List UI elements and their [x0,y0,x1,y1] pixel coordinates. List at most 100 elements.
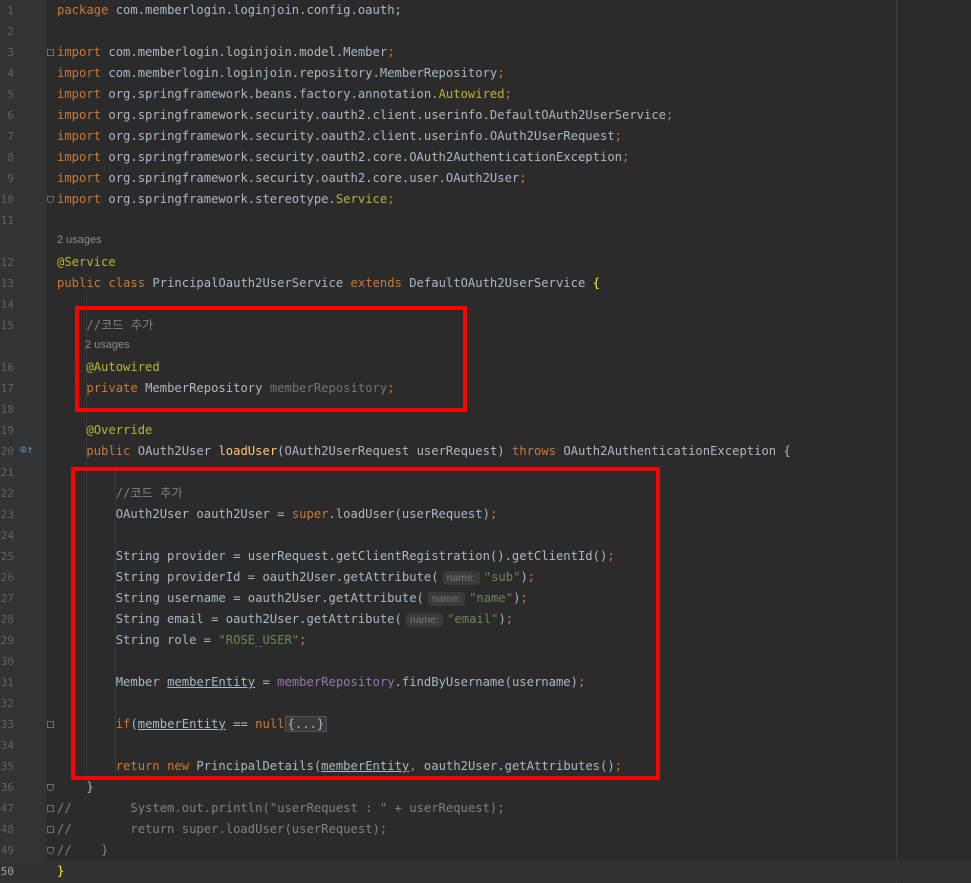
fold-marker-icon[interactable] [47,49,54,56]
line-number[interactable]: 8 [0,147,14,168]
code-line[interactable]: 7 import org.springframework.security.oau… [0,126,971,147]
code-line[interactable]: 13 public class PrincipalOauth2UserServic… [0,273,971,294]
code-text[interactable]: import org.springframework.security.oaut… [57,168,527,189]
line-number[interactable]: 48 [0,819,14,840]
code-text[interactable]: import org.springframework.beans.factory… [57,84,512,105]
line-number[interactable]: 13 [0,273,14,294]
code-text[interactable]: // } [57,840,108,861]
line-number[interactable]: 1 [0,0,14,21]
line-number[interactable]: 26 [0,567,14,588]
fold-marker-icon[interactable] [47,196,54,203]
code-line[interactable]: 8 import org.springframework.security.oau… [0,147,971,168]
line-number[interactable]: 4 [0,63,14,84]
code-token: org.springframework.security.oauth2.clie… [108,129,615,143]
code-line[interactable]: 49 // } [0,840,971,861]
code-text[interactable]: } [57,861,64,882]
line-number[interactable]: 33 [0,714,14,735]
line-number[interactable]: 50 [0,861,14,882]
code-line[interactable]: 2 [0,21,971,42]
line-number[interactable]: 19 [0,420,14,441]
line-number[interactable]: 36 [0,777,14,798]
line-number[interactable]: 28 [0,609,14,630]
line-number[interactable]: 32 [0,693,14,714]
code-line[interactable]: 50} [0,861,971,882]
code-token: ; [622,150,630,164]
line-number[interactable]: 49 [0,840,14,861]
line-number[interactable]: 14 [0,294,14,315]
line-number[interactable]: 11 [0,210,14,231]
code-token: } [57,864,65,878]
fold-marker-icon[interactable] [47,721,54,728]
code-text[interactable]: public class PrincipalOauth2UserService … [57,273,600,294]
line-number[interactable]: 31 [0,672,14,693]
code-text[interactable]: package com.memberlogin.loginjoin.config… [57,0,409,21]
line-number[interactable]: 12 [0,252,14,273]
code-token: public [86,444,138,458]
line-number[interactable]: 18 [0,399,14,420]
line-number[interactable]: 16 [0,357,14,378]
line-number[interactable]: 21 [0,462,14,483]
code-text[interactable]: import org.springframework.security.oaut… [57,147,629,168]
line-number[interactable]: 47 [0,798,14,819]
line-number[interactable]: 20 [0,441,14,462]
line-number[interactable]: 25 [0,546,14,567]
code-line[interactable]: 48 // return super.loadUser(userRequest); [0,819,971,840]
code-text[interactable]: public OAuth2User loadUser(OAuth2UserReq… [57,441,790,462]
code-text[interactable]: import org.springframework.stereotype.Se… [57,189,395,210]
code-line[interactable]: 4 import com.memberlogin.loginjoin.reposi… [0,63,971,84]
code-token: Service [335,192,388,206]
code-token: ; [504,87,512,101]
code-line[interactable]: 1 package com.memberlogin.loginjoin.confi… [0,0,971,21]
line-number[interactable]: 7 [0,126,14,147]
code-line[interactable]: 9 import org.springframework.security.oau… [0,168,971,189]
code-token: org.springframework.stereotype. [108,192,336,206]
code-token: { [592,276,600,290]
code-text[interactable]: @Override [57,420,152,441]
fold-marker-icon[interactable] [47,784,54,791]
line-number[interactable]: 24 [0,525,14,546]
code-text[interactable]: import com.memberlogin.loginjoin.model.M… [57,42,395,63]
code-line[interactable]: 6 import org.springframework.security.oau… [0,105,971,126]
fold-marker-icon[interactable] [47,826,54,833]
code-token: DefaultOAuth2UserService [409,276,593,290]
code-line[interactable]: 36 } [0,777,971,798]
line-number[interactable]: 23 [0,504,14,525]
code-text[interactable]: // System.out.println("userRequest : " +… [57,798,505,819]
code-text[interactable]: import org.springframework.security.oaut… [57,126,622,147]
code-line[interactable]: 11 [0,210,971,231]
line-number[interactable]: 2 [0,21,14,42]
code-token: Autowired [438,87,505,101]
code-line[interactable]: 19 @Override [0,420,971,441]
usages-hint-class[interactable]: 2 usages [57,232,102,248]
code-text[interactable]: // return super.loadUser(userRequest); [57,819,387,840]
line-number[interactable]: 27 [0,588,14,609]
line-number[interactable]: 29 [0,630,14,651]
override-method-icon[interactable]: ⊙↑ [20,439,33,460]
line-number[interactable]: 15 [0,315,14,336]
line-number[interactable]: 35 [0,756,14,777]
line-number[interactable]: 5 [0,84,14,105]
line-number[interactable]: 17 [0,378,14,399]
line-number[interactable]: 9 [0,168,14,189]
code-line[interactable]: 12 @Service [0,252,971,273]
code-line[interactable]: 47 // System.out.println("userRequest : "… [0,798,971,819]
line-number[interactable]: 34 [0,735,14,756]
code-line[interactable]: 20 public OAuth2User loadUser(OAuth2User… [0,441,971,462]
code-token: ; [497,66,505,80]
code-text[interactable]: import org.springframework.security.oaut… [57,105,673,126]
code-text[interactable]: import com.memberlogin.loginjoin.reposit… [57,63,505,84]
fold-marker-icon[interactable] [47,805,54,812]
line-number[interactable]: 30 [0,651,14,672]
line-number[interactable]: 6 [0,105,14,126]
line-number[interactable]: 3 [0,42,14,63]
line-number[interactable]: 22 [0,483,14,504]
code-line[interactable]: 10 import org.springframework.stereotype.… [0,189,971,210]
line-number[interactable]: 10 [0,189,14,210]
code-token: import [57,45,109,59]
code-text[interactable]: } [57,777,93,798]
code-line[interactable]: 5 import org.springframework.beans.factor… [0,84,971,105]
code-line[interactable]: 3 import com.memberlogin.loginjoin.model.… [0,42,971,63]
fold-marker-icon[interactable] [47,847,54,854]
code-token: package [57,3,116,17]
code-text[interactable]: @Service [57,252,116,273]
